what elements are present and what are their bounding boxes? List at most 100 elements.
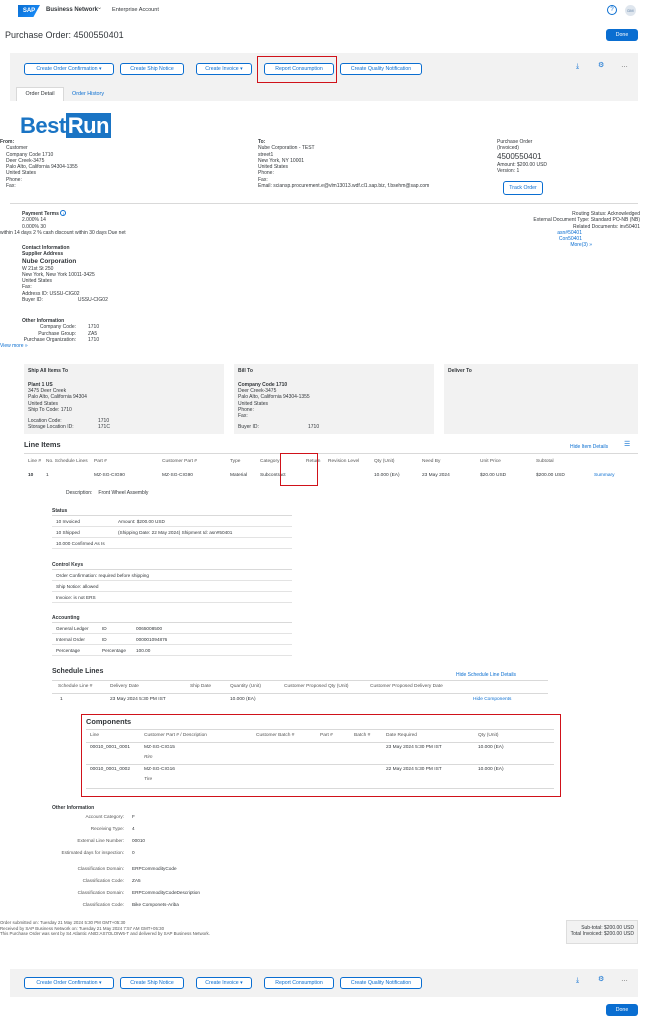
ship-to-card: Ship All Items To Plant 1 US 3475 Deer C… xyxy=(24,364,224,434)
summary-link[interactable]: Summary xyxy=(594,473,615,479)
info-label: Account Category: xyxy=(85,814,124,819)
hide-schedule-details-link[interactable]: Hide Schedule Line Details xyxy=(456,672,516,678)
info-label: Classification Domain: xyxy=(77,890,124,895)
column-header[interactable]: Need By xyxy=(422,459,440,465)
highlight-category xyxy=(280,453,318,486)
column-header[interactable]: Category xyxy=(260,459,279,465)
info-label: Estimated days for inspection: xyxy=(61,850,124,855)
control-keys-title: Control Keys xyxy=(52,562,84,568)
action-toolbar-bottom: Create Order Confirmation ▾ Create Ship … xyxy=(10,969,638,997)
column-header[interactable]: Type xyxy=(230,459,240,465)
accounting-row: Internal Order ID 000001094876 xyxy=(52,634,292,645)
column-header[interactable]: Unit Price xyxy=(480,459,501,465)
hide-item-details-link[interactable]: Hide Item Details xyxy=(570,444,608,450)
cell: $200.00 USD xyxy=(536,473,565,478)
cell: 10.000 (EA) xyxy=(230,697,256,702)
line-item-row[interactable]: 10 1 MZ-SG-CIG90 MZ-SG-CIG90 Material Subcont… xyxy=(24,471,638,483)
address-line: Ship To Code: 1710 xyxy=(28,406,72,413)
order-footer-notes: Order submitted on: Tuesday 21 May 2024 … xyxy=(0,920,210,936)
address-line: Fax: xyxy=(6,182,16,189)
column-header: Line xyxy=(90,733,100,738)
account-label[interactable]: Enterprise Account xyxy=(112,7,159,14)
info-value: F xyxy=(132,814,135,819)
info-value: ERPCommodityCode xyxy=(132,866,177,871)
status-title: Status xyxy=(52,508,68,514)
component-qty: 10.000 (EA) xyxy=(478,745,504,750)
sap-logo[interactable]: SAP xyxy=(18,5,40,17)
address-line: Email: sciansp.procurement.e@vlm13013.wd… xyxy=(258,182,430,189)
component-line: 00010_0001_0001 xyxy=(90,745,131,750)
network-label[interactable]: Business Network xyxy=(46,7,98,15)
create-ship-notice-button[interactable]: Create Ship Notice xyxy=(120,63,184,75)
column-header: Ship Date xyxy=(190,684,212,689)
column-header[interactable]: Qty (Unit) xyxy=(374,459,395,465)
schedule-header: Schedule Line # Delivery Date Ship Date Qua… xyxy=(52,683,548,693)
info-icon[interactable]: i xyxy=(60,210,67,216)
download-icon[interactable]: ⤓ xyxy=(576,63,579,72)
column-header: Schedule Line # xyxy=(58,684,93,689)
column-header[interactable]: Subtotal xyxy=(536,459,554,465)
track-order-button[interactable]: Track Order xyxy=(503,181,543,195)
info-label: Classification Code: xyxy=(82,902,124,907)
chevron-down-icon[interactable]: ⌄ xyxy=(97,5,102,13)
component-row[interactable]: 00010_0001_0002 MZ-SG-CIG16 Tire 22 May 202… xyxy=(86,766,554,786)
accounting-title: Accounting xyxy=(52,615,80,621)
info-value: 4 xyxy=(132,826,135,831)
bill-to-card: Bill To Company Code 1710 Deer Creek-347… xyxy=(234,364,434,434)
accounting-row: General Ledger ID 0065008500 xyxy=(52,623,292,634)
component-row[interactable]: 00010_0001_0001 MZ-SG-CIG15 Rim 23 May 2024… xyxy=(86,744,554,764)
schedule-row[interactable]: 1 23 May 2024 5:30 PM IST 10.000 (EA) Hide … xyxy=(52,696,548,706)
create-order-confirmation-button[interactable]: Create Order Confirmation ▾ xyxy=(24,63,114,75)
help-icon[interactable]: ? xyxy=(607,5,617,15)
settings-icon[interactable]: ⚙ xyxy=(598,62,604,71)
control-key-row: Ship Notice: allowed xyxy=(52,581,292,592)
column-header[interactable]: Customer Part # xyxy=(162,459,197,465)
create-invoice-button[interactable]: Create Invoice ▾ xyxy=(196,977,252,989)
column-header[interactable]: Revision Level xyxy=(328,459,359,465)
download-icon[interactable]: ⤓ xyxy=(576,977,579,986)
done-button[interactable]: Done xyxy=(606,29,638,41)
view-more-link[interactable]: View more » xyxy=(0,343,200,349)
hide-components-link[interactable]: Hide Components xyxy=(473,697,511,703)
status-row: 10 Invoiced Amount: $200.00 USD xyxy=(52,516,292,527)
create-quality-notification-button[interactable]: Create Quality Notification xyxy=(340,63,422,75)
totals-box: Sub-total: $200.00 USD Total Invoiced: $… xyxy=(566,920,638,944)
settings-icon[interactable]: ⚙ xyxy=(598,976,604,985)
info-label: Classification Code: xyxy=(82,878,124,883)
column-header[interactable]: Line # xyxy=(28,459,41,465)
accounting-row: Percentage Percentage 100.00 xyxy=(52,645,292,656)
column-header: Customer Batch # xyxy=(256,733,295,738)
info-value: ZA5 xyxy=(132,878,141,883)
column-header: Date Required xyxy=(386,733,417,738)
contact-info: Contact Information Supplier Address Nub… xyxy=(22,245,242,303)
avatar[interactable]: DM xyxy=(625,5,636,16)
title-bar: Purchase Order: 4500550401 Done xyxy=(0,22,645,46)
create-ship-notice-button[interactable]: Create Ship Notice xyxy=(120,977,184,989)
top-bar: SAP Business Network ⌄ Enterprise Accoun… xyxy=(0,0,645,22)
column-header[interactable]: No. Schedule Lines xyxy=(46,459,88,465)
more-icon[interactable]: … xyxy=(621,976,628,985)
create-order-confirmation-button[interactable]: Create Order Confirmation ▾ xyxy=(24,977,114,989)
line-items-title: Line Items xyxy=(24,440,61,449)
component-part: MZ-SG-CIG16 xyxy=(144,767,175,772)
create-quality-notification-button[interactable]: Create Quality Notification xyxy=(340,977,422,989)
status-row: 10.000 Confirmed As Is xyxy=(52,538,292,549)
tab-order-detail[interactable]: Order Detail xyxy=(16,87,64,101)
list-menu-icon[interactable]: ☰ xyxy=(624,441,630,450)
column-header[interactable]: Part # xyxy=(94,459,107,465)
cell: 23 May 2024 5:30 PM IST xyxy=(110,697,166,702)
component-description: Rim xyxy=(144,755,153,760)
more-documents-link[interactable]: More(3) » xyxy=(470,242,592,248)
done-button-bottom[interactable]: Done xyxy=(606,1004,638,1016)
tab-order-history[interactable]: Order History xyxy=(72,91,104,98)
deliver-to-card: Deliver To xyxy=(444,364,638,434)
info-value: ERPCommodityCodeDescription xyxy=(132,890,200,895)
column-header: Part # xyxy=(320,733,333,738)
report-consumption-button[interactable]: Report Consumption xyxy=(264,977,334,989)
info-value: 0 xyxy=(132,850,135,855)
more-icon[interactable]: … xyxy=(621,62,628,71)
component-part: MZ-SG-CIG15 xyxy=(144,745,175,750)
cell: 23 May 2024 xyxy=(422,473,450,478)
column-header: Batch # xyxy=(354,733,371,738)
create-invoice-button[interactable]: Create Invoice ▾ xyxy=(196,63,252,75)
